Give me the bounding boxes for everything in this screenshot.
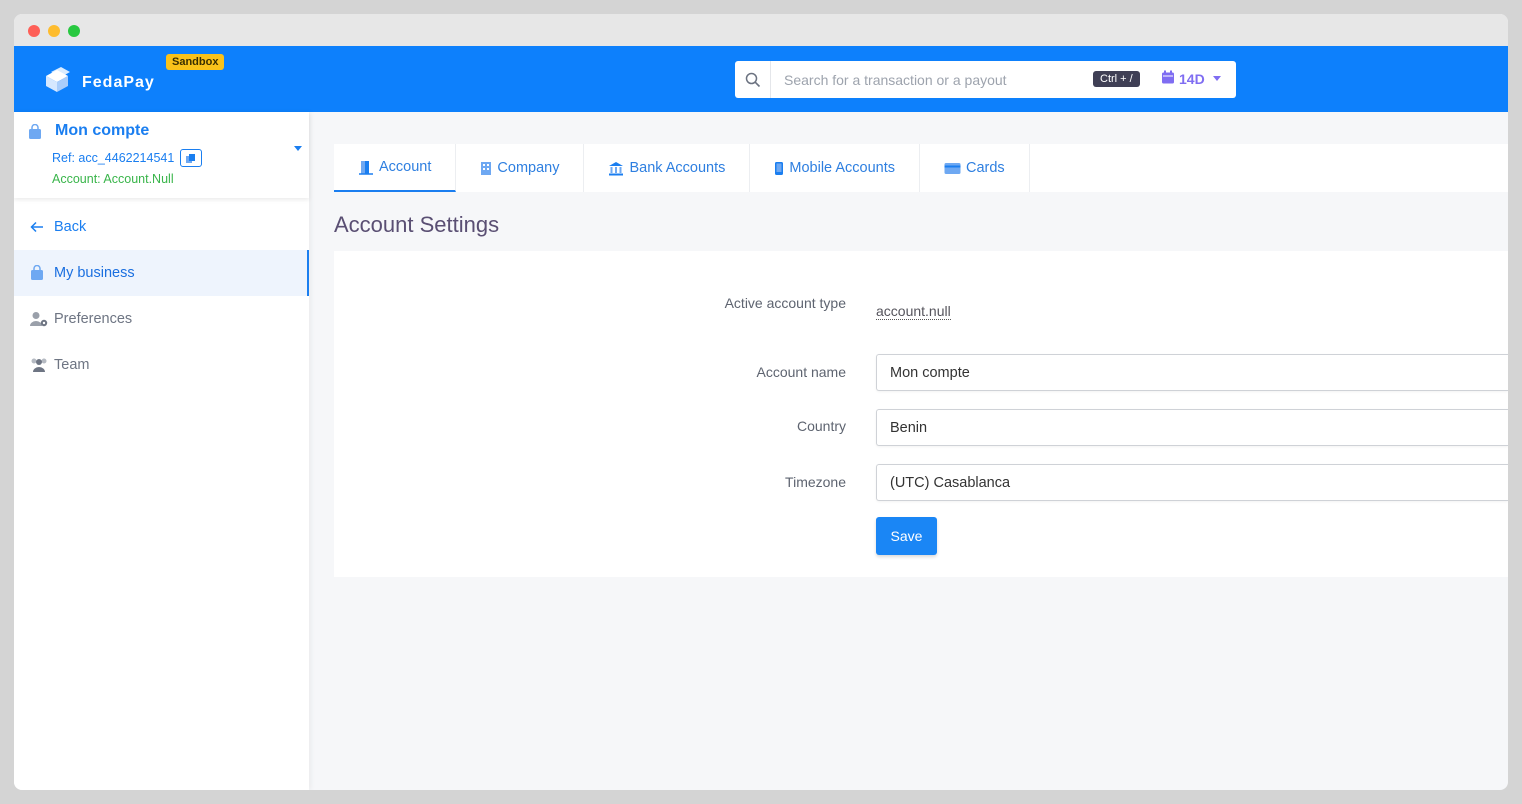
tab-account[interactable]: Account — [334, 144, 457, 192]
active-account-type-value: account.null — [876, 303, 951, 320]
fedapay-logo-icon — [40, 66, 74, 99]
tab-cards[interactable]: Cards — [920, 144, 1030, 192]
chevron-down-icon[interactable] — [290, 146, 302, 169]
copy-ref-button[interactable] — [180, 149, 203, 167]
account-name-field[interactable]: Mon compte — [876, 354, 1508, 391]
account-settings-form: Active account type account.null Account… — [334, 251, 1508, 577]
card-icon — [944, 162, 961, 175]
calendar-icon — [1161, 70, 1175, 87]
top-navbar: FedaPay Sandbox Ctrl + / 14D — [14, 46, 1508, 112]
sidebar-item-my-business[interactable]: My business — [14, 250, 309, 296]
tab-company[interactable]: Company — [456, 144, 585, 192]
sidebar-item-team[interactable]: Team — [14, 342, 309, 388]
chevron-down-icon — [1212, 76, 1221, 81]
title-bar — [14, 14, 1508, 46]
bank-icon — [608, 161, 624, 176]
building-icon — [480, 161, 492, 176]
settings-tabs: Account Company Bank Accounts Mobile Acc… — [334, 144, 1508, 192]
back-label: Back — [54, 219, 87, 235]
timezone-label: Timezone — [785, 474, 846, 490]
keyboard-shortcut-badge: Ctrl + / — [1093, 71, 1140, 87]
minimize-window-button[interactable] — [48, 25, 60, 37]
tab-label: Cards — [965, 160, 1005, 176]
bag-icon — [28, 123, 42, 145]
period-label: 14D — [1179, 70, 1205, 87]
search-input[interactable] — [771, 64, 1081, 95]
account-name: Mon compte — [55, 122, 150, 139]
back-button[interactable]: Back — [14, 204, 309, 250]
bag-icon — [30, 265, 50, 281]
timezone-select[interactable]: (UTC) Casablanca — [876, 464, 1508, 501]
account-ref-text: Ref: acc_4462214541 — [52, 151, 175, 165]
sidebar-item-label: Team — [54, 357, 90, 373]
sandbox-badge: Sandbox — [166, 54, 225, 70]
user-gear-icon — [30, 311, 50, 327]
maximize-window-button[interactable] — [68, 25, 80, 37]
mobile-icon — [774, 161, 784, 176]
account-ref: Ref: acc_4462214541 — [52, 149, 203, 167]
active-account-type-label: Active account type — [724, 295, 846, 311]
sidebar: Mon compte Ref: acc_4462214541 Account: … — [14, 112, 309, 790]
tab-label: Bank Accounts — [629, 160, 726, 176]
search-icon — [735, 61, 771, 98]
country-select[interactable]: Benin — [876, 409, 1508, 446]
arrow-left-icon — [30, 221, 50, 233]
search-bar: Ctrl + / 14D — [735, 61, 1236, 98]
door-icon — [358, 160, 374, 175]
country-label: Country — [796, 418, 846, 434]
tab-label: Account — [379, 159, 432, 175]
brand-name: FedaPay — [82, 73, 155, 91]
sidebar-item-preferences[interactable]: Preferences — [14, 296, 309, 342]
users-icon — [30, 357, 50, 373]
account-type: Account: Account.Null — [52, 172, 174, 186]
page-title: Account Settings — [334, 212, 500, 237]
tab-label: Mobile Accounts — [789, 160, 895, 176]
tab-mobile-accounts[interactable]: Mobile Accounts — [750, 144, 920, 192]
sidebar-item-label: Preferences — [54, 311, 133, 327]
sidebar-nav: Back My business Preferences Team — [14, 204, 309, 388]
save-button[interactable]: Save — [876, 517, 937, 555]
close-window-button[interactable] — [28, 25, 40, 37]
tab-bank-accounts[interactable]: Bank Accounts — [584, 144, 751, 192]
account-switcher[interactable]: Mon compte Ref: acc_4462214541 Account: … — [14, 112, 309, 198]
copy-icon — [186, 153, 196, 163]
app-window: FedaPay Sandbox Ctrl + / 14D Mon compte — [14, 14, 1508, 790]
brand-logo[interactable]: FedaPay — [40, 66, 155, 99]
tab-label: Company — [497, 160, 560, 176]
sidebar-item-label: My business — [54, 265, 135, 281]
period-selector[interactable]: 14D — [1161, 70, 1221, 87]
account-name-label: Account name — [756, 364, 847, 380]
